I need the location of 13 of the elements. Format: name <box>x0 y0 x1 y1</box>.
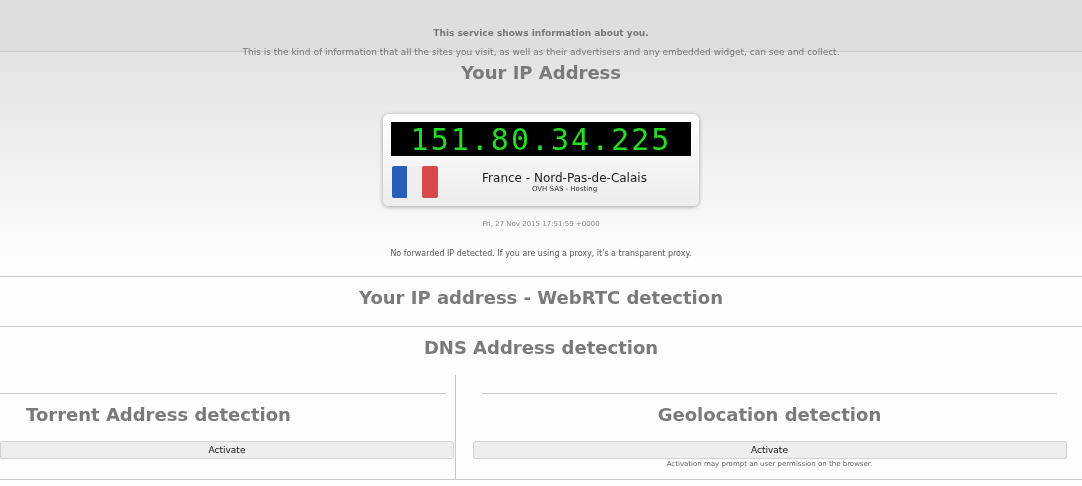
section-title: Your IP address - WebRTC detection <box>359 287 723 310</box>
section-title: Geolocation detection <box>657 404 882 425</box>
activate-button[interactable]: Activate <box>472 441 1067 459</box>
notice-title: This service shows information about you. <box>433 28 649 38</box>
activate-button[interactable]: Activate <box>0 441 454 459</box>
section-title: Your IP Address <box>460 62 622 83</box>
ip-display: 151.80.34.225 <box>391 122 691 156</box>
location-text: France - Nord-Pas-de-Calais <box>482 171 647 185</box>
flag-icon <box>392 166 438 198</box>
section-title: DNS Address detection <box>423 337 659 360</box>
proxy-note: No forwarded IP detected. If you are using a proxy, it's a transparent proxy. <box>390 249 692 258</box>
section-title: Torrent Address detection <box>26 404 291 425</box>
notice-text: This is the kind of information that all the sites you visit, as well as their advertisers and any embedded widget, can see and collect. <box>242 47 840 57</box>
